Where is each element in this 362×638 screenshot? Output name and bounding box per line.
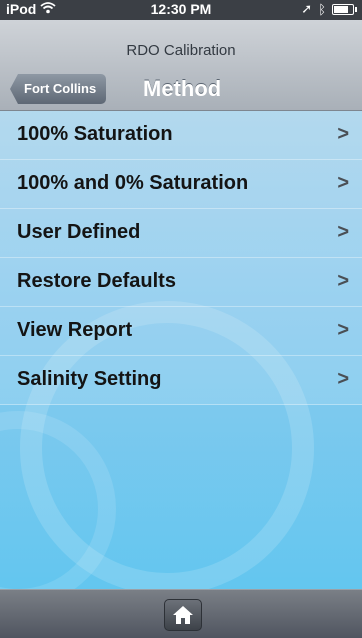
page-title: Method bbox=[143, 76, 222, 101]
list-item-100-and-0-saturation[interactable]: 100% and 0% Saturation > bbox=[0, 160, 362, 209]
chevron-right-icon: > bbox=[337, 319, 349, 341]
list-item-label: User Defined bbox=[17, 221, 141, 243]
location-arrow-icon: ➚ bbox=[301, 1, 313, 16]
chevron-right-icon: > bbox=[337, 270, 349, 292]
tab-bar bbox=[0, 589, 362, 638]
chevron-right-icon: > bbox=[337, 172, 349, 194]
list-item-label: Salinity Setting bbox=[17, 368, 162, 390]
list-item-view-report[interactable]: View Report > bbox=[0, 307, 362, 356]
list-item-restore-defaults[interactable]: Restore Defaults > bbox=[0, 258, 362, 307]
navigation-bar: RDO Calibration Fort Collins Method bbox=[0, 20, 362, 111]
content-area: 100% Saturation > 100% and 0% Saturation… bbox=[0, 111, 362, 589]
home-button[interactable] bbox=[164, 599, 202, 631]
list-item-label: 100% and 0% Saturation bbox=[17, 172, 249, 194]
back-button[interactable]: Fort Collins bbox=[10, 74, 107, 104]
chevron-right-icon: > bbox=[337, 123, 349, 145]
chevron-right-icon: > bbox=[337, 221, 349, 243]
list-item-label: Restore Defaults bbox=[17, 270, 176, 292]
method-list: 100% Saturation > 100% and 0% Saturation… bbox=[0, 111, 362, 405]
chevron-right-icon: > bbox=[337, 368, 349, 390]
battery-icon bbox=[332, 4, 357, 15]
list-item-label: 100% Saturation bbox=[17, 123, 173, 145]
list-item-salinity-setting[interactable]: Salinity Setting > bbox=[0, 356, 362, 405]
bluetooth-icon: ᛒ bbox=[318, 1, 326, 17]
list-item-user-defined[interactable]: User Defined > bbox=[0, 209, 362, 258]
nav-subtitle: RDO Calibration bbox=[126, 42, 236, 59]
home-icon bbox=[173, 606, 193, 624]
status-bar: iPod 12:30 PM ➚ ᛒ bbox=[0, 0, 362, 20]
list-item-label: View Report bbox=[17, 319, 133, 341]
list-item-100-saturation[interactable]: 100% Saturation > bbox=[0, 111, 362, 160]
